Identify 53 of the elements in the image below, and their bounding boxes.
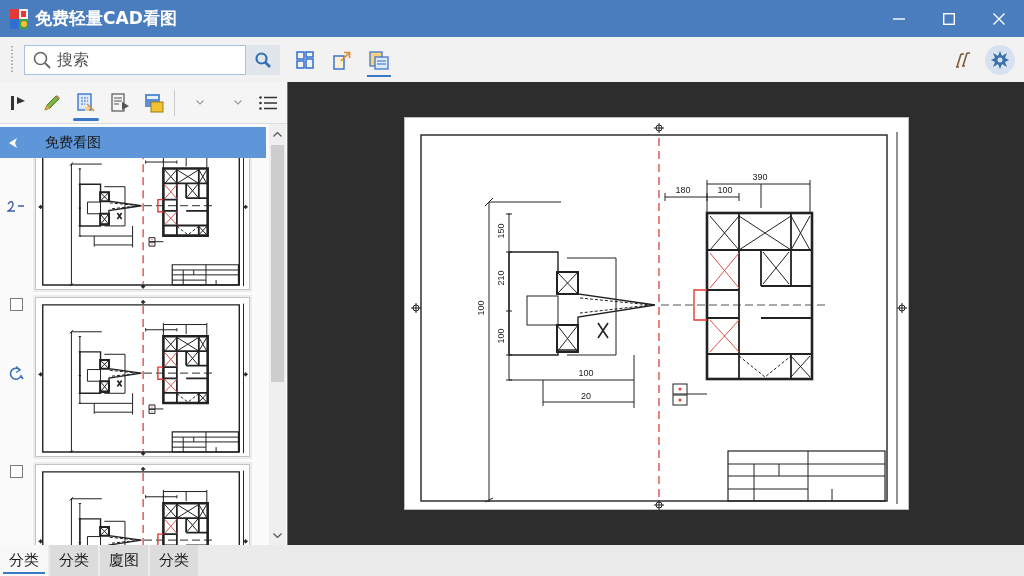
chevron-up-icon [273,131,282,137]
category-tab[interactable]: 廈图 [100,545,148,576]
legend-symbol-drawing [672,383,707,406]
dimension-label: 100 [717,185,732,195]
cursor-flag-icon [10,94,26,111]
toolbar-button[interactable] [985,44,1015,75]
app-logo-icon [9,7,29,30]
page-thumbnail-drawing[interactable] [35,297,250,457]
pencil-icon [43,93,61,112]
dimension-label: 390 [752,172,767,182]
close-icon [993,12,1005,25]
dimension-label: 180 [675,185,690,195]
squiggle-icon [7,200,25,212]
arrow-icon [8,136,18,149]
dimension-label: 100 [495,328,506,344]
search-field[interactable]: 搜索 [24,44,246,75]
search-button[interactable] [246,44,280,75]
drawing-canvas[interactable]: 390 180 100 100 20 150 210 100 100 [288,82,1024,545]
gear-icon [990,49,1010,70]
category-tab[interactable]: 分类 [150,545,198,576]
search-icon [33,50,51,69]
document-arrow-icon [110,92,130,113]
dimension-label: 20 [580,391,591,401]
loop-arrow-icon [8,365,24,381]
page-thumbnail-drawing[interactable] [35,158,250,290]
caret-icon [234,100,242,105]
folder-icon [369,49,389,70]
window-title: 免费轻量CAD看图 [35,6,177,30]
selected-page-bar[interactable]: 免费看图 [0,127,266,158]
list-icon [259,95,277,110]
scrollbar[interactable] [269,124,286,545]
layers-icon [144,92,164,113]
dimension-label: 210 [495,270,506,286]
maximize-icon [943,12,955,25]
drag-handle-icon[interactable] [11,45,13,74]
dimension-label: 150 [495,223,506,239]
page-checkbox[interactable] [9,298,23,311]
category-tab[interactable]: 分类 [50,545,98,576]
blocks-icon [295,49,315,70]
caret-icon [196,100,204,105]
document-select-icon [76,92,96,113]
page-title: 免费看图 [45,133,101,152]
minimize-icon [893,17,905,20]
measure-icon [955,50,973,69]
search-icon [255,51,271,68]
document-arrow-icon [332,49,352,70]
chevron-down-icon [273,532,282,538]
scrollbar-thumb[interactable] [271,145,284,382]
dimension-label: 100 [578,368,593,378]
page-checkbox[interactable] [9,465,23,478]
category-tab[interactable]: 分类 [0,545,48,576]
dimension-label: 100 [475,300,486,316]
search-input[interactable]: 搜索 [57,47,237,72]
